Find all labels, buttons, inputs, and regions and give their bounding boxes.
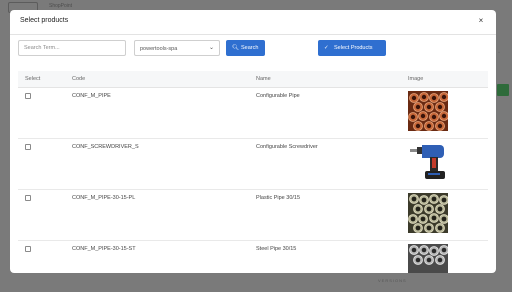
select-products-button[interactable]: ✓ Select Products <box>318 40 386 56</box>
product-code: CONF_SCREWDRIVER_S <box>72 144 139 150</box>
cordless-drill-image <box>408 142 448 182</box>
plastic-pipes-image <box>408 193 448 233</box>
bg-icon: ◦ <box>498 50 500 56</box>
column-header-select: Select <box>25 76 41 82</box>
steel-pipes-image <box>408 244 448 273</box>
search-button[interactable]: 🔍︎ Search <box>226 40 265 56</box>
search-icon: 🔍︎ <box>232 44 239 51</box>
search-toolbar: powertools-spa ⌄ 🔍︎ Search ✓ Select Prod… <box>18 40 488 58</box>
versions-label: VERSIONS <box>378 278 407 283</box>
product-name: Configurable Pipe <box>256 93 300 99</box>
search-input[interactable] <box>18 40 126 56</box>
product-name: Steel Pipe 30/15 <box>256 246 297 252</box>
select-products-modal: Select products × powertools-spa ⌄ 🔍︎ Se… <box>10 10 496 273</box>
product-code: CONF_M_PIPE-30-15-ST <box>72 246 136 252</box>
select-checkbox[interactable] <box>25 93 31 99</box>
column-header-name: Name <box>256 76 271 82</box>
select-products-label: Select Products <box>334 45 373 51</box>
app-brand: ShopPoint <box>49 3 73 9</box>
table-row[interactable]: CONF_M_PIPE Configurable Pipe <box>18 88 488 139</box>
checkmark-icon: ✓ <box>324 44 329 51</box>
product-code: CONF_M_PIPE <box>72 93 111 99</box>
store-select[interactable]: powertools-spa ⌄ <box>134 40 220 56</box>
table-row[interactable]: CONF_SCREWDRIVER_S Configurable Screwdri… <box>18 139 488 190</box>
product-name: Configurable Screwdriver <box>256 144 318 150</box>
table-row[interactable]: CONF_M_PIPE-30-15-ST Steel Pipe 30/15 <box>18 241 488 273</box>
select-checkbox[interactable] <box>25 246 31 252</box>
column-header-image: Image <box>408 76 424 82</box>
table-row[interactable]: CONF_M_PIPE-30-15-PL Plastic Pipe 30/15 <box>18 190 488 241</box>
product-name: Plastic Pipe 30/15 <box>256 195 301 201</box>
select-checkbox[interactable] <box>25 144 31 150</box>
search-button-label: Search <box>241 45 259 51</box>
table-header: Select Code Name Image <box>18 71 488 88</box>
modal-title: Select products <box>20 17 69 24</box>
select-checkbox[interactable] <box>25 195 31 201</box>
modal-header: Select products × <box>10 10 496 35</box>
bg-action-button <box>497 84 509 96</box>
product-code: CONF_M_PIPE-30-15-PL <box>72 195 136 201</box>
close-icon[interactable]: × <box>476 16 486 26</box>
store-select-value: powertools-spa <box>140 45 178 52</box>
chevron-down-icon: ⌄ <box>209 45 215 51</box>
copper-pipes-image <box>408 91 448 131</box>
column-header-code: Code <box>72 76 86 82</box>
